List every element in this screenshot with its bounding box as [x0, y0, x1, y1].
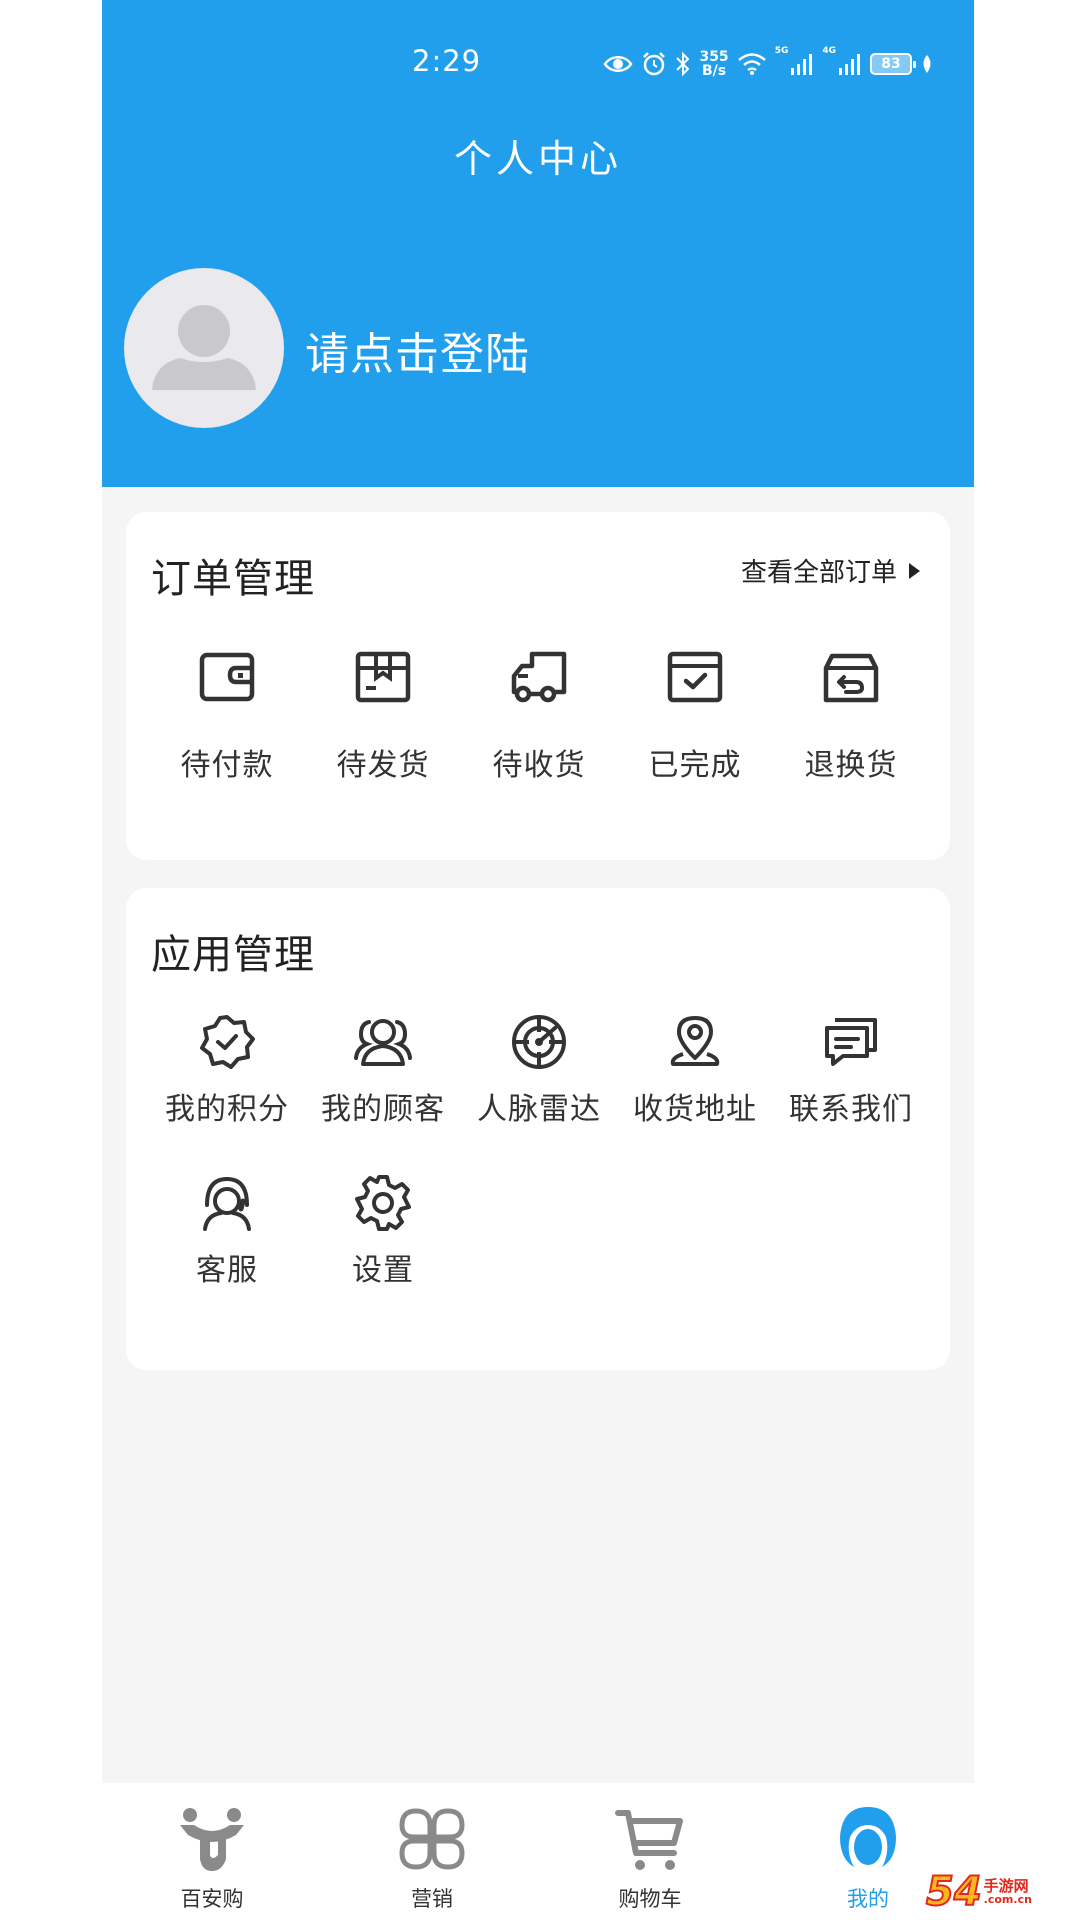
app-customer-service[interactable]: 客服 [149, 1173, 305, 1289]
app-management-title: 应用管理 [151, 932, 315, 978]
signal-icon [791, 54, 813, 75]
triangle-right-icon [909, 562, 920, 579]
view-all-orders-link[interactable]: 查看全部订单 [741, 552, 920, 589]
order-pending-receipt[interactable]: 待收货 [461, 644, 617, 784]
message-icon [825, 1018, 877, 1066]
tab-profile[interactable]: 我的 [798, 1803, 938, 1913]
alarm-icon [643, 52, 666, 76]
location-pin-icon [670, 1016, 720, 1066]
clover-icon [399, 1808, 465, 1870]
network-speed: 355 B/s [699, 49, 729, 79]
profile-header: 2:29 355 B/s 5G 4G 83 个人中心 请点击登陆 [102, 0, 974, 487]
app-management-card: 应用管理 我的积分 我的顾客 人脉雷达 收货地址 联系我们 客服 设置 [126, 888, 950, 1370]
wallet-icon [199, 652, 255, 702]
cart-icon [615, 1810, 683, 1870]
app-my-points[interactable]: 我的积分 [149, 1012, 305, 1128]
order-pending-shipment[interactable]: 待发货 [305, 644, 461, 784]
site-watermark: 54 手游网 .com.cn [925, 1868, 1032, 1916]
app-network-radar[interactable]: 人脉雷达 [461, 1012, 617, 1128]
tab-marketing[interactable]: 营销 [362, 1803, 502, 1913]
status-icons: 355 B/s 5G 4G 83 [603, 46, 934, 82]
bluetooth-icon [676, 51, 690, 77]
order-returns[interactable]: 退换货 [773, 644, 929, 784]
tab-home[interactable]: 百安购 [142, 1803, 282, 1913]
gear-icon [355, 1175, 411, 1231]
truck-icon [511, 651, 567, 703]
app-settings[interactable]: 设置 [305, 1173, 461, 1289]
order-completed[interactable]: 已完成 [617, 644, 773, 784]
order-pending-payment[interactable]: 待付款 [149, 644, 305, 784]
app-my-customers[interactable]: 我的顾客 [305, 1012, 461, 1128]
battery-icon: 83 [870, 53, 916, 75]
order-management-title: 订单管理 [151, 556, 315, 602]
radar-icon [512, 1015, 566, 1069]
order-management-card: 订单管理 查看全部订单 待付款 待发货 待收货 已完成 退换货 [126, 512, 950, 860]
login-prompt[interactable]: 请点击登陆 [305, 318, 530, 382]
app-screen: 2:29 355 B/s 5G 4G 83 个人中心 请点击登陆 订单管理 查看… [102, 0, 974, 1920]
completed-box-icon [667, 651, 723, 703]
return-box-icon [823, 653, 879, 703]
status-bar: 2:29 355 B/s 5G 4G 83 [102, 40, 974, 90]
eye-icon [603, 56, 633, 72]
avatar[interactable] [124, 268, 284, 428]
status-time: 2:29 [412, 44, 482, 78]
app-shipping-address[interactable]: 收货地址 [617, 1012, 773, 1128]
package-icon [355, 651, 411, 703]
page-title: 个人中心 [453, 137, 622, 181]
default-avatar-icon [152, 305, 256, 390]
tab-cart[interactable]: 购物车 [580, 1803, 720, 1913]
leaf-icon [923, 55, 931, 73]
wifi-icon [737, 53, 766, 75]
headset-icon [203, 1176, 251, 1231]
signal-icon [839, 54, 860, 75]
customers-icon [354, 1019, 412, 1066]
app-contact-us[interactable]: 联系我们 [773, 1012, 929, 1128]
home-logo-icon [180, 1808, 244, 1871]
badge-check-icon [200, 1015, 255, 1069]
profile-icon [840, 1807, 896, 1867]
bottom-tab-bar: 百安购 营销 购物车 我的 [102, 1783, 974, 1920]
